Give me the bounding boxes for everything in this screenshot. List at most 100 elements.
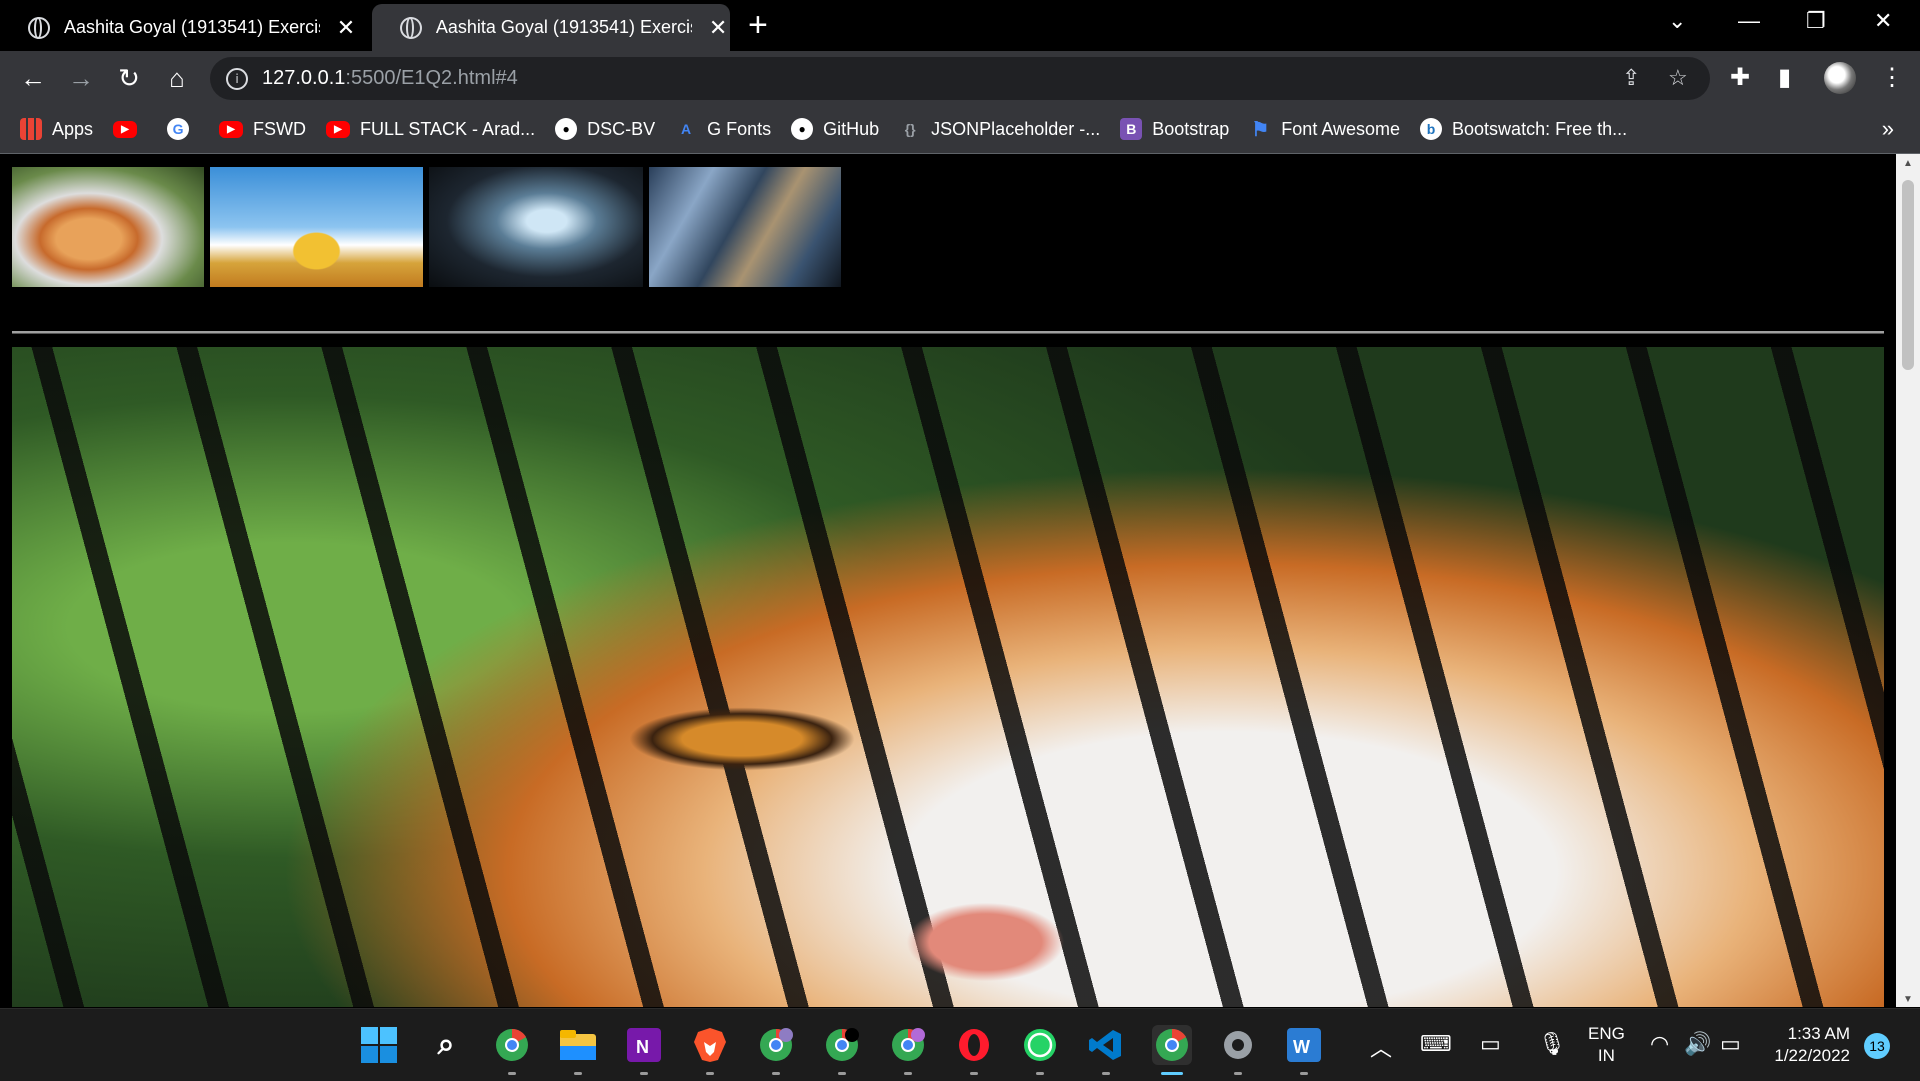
settings-app[interactable] <box>1218 1025 1258 1075</box>
scroll-up-arrow-icon[interactable]: ▲ <box>1896 158 1920 169</box>
profile-avatar[interactable] <box>1824 62 1856 94</box>
thumbnail-fantasy[interactable] <box>429 167 643 287</box>
microphone-icon[interactable]: 🎙 <box>1538 1031 1566 1057</box>
tab-title: Aashita Goyal (1913541) Exercise <box>64 17 320 37</box>
github-icon: ● <box>791 118 814 140</box>
youtube-icon: ▶ <box>113 120 138 138</box>
bookmarks-bar: Apps ▶ G ▶ FSWD ▶ FULL STACK - Arad... ● DS… <box>0 105 1920 154</box>
chrome-icon <box>892 1028 925 1061</box>
bookmark-dsc-bv[interactable]: ● DSC-BV <box>555 118 655 140</box>
chrome-a-app[interactable] <box>756 1025 796 1075</box>
address-bar[interactable]: i 127.0.0.1:5500/E1Q2.html#4 ⇪ ☆ <box>210 57 1710 100</box>
language-indicator[interactable]: ENG IN <box>1588 1023 1625 1067</box>
show-hidden-icons-icon[interactable]: ︿ <box>1370 1031 1392 1063</box>
file-explorer-app[interactable] <box>558 1025 598 1075</box>
chrome-icon <box>826 1028 859 1061</box>
scroll-down-arrow-icon[interactable]: ▼ <box>1896 994 1920 1005</box>
bootstrap-icon: B <box>1120 118 1143 140</box>
bookmark-google[interactable]: G <box>167 118 199 140</box>
thumbnail-duck[interactable] <box>210 167 423 287</box>
site-info-icon[interactable]: i <box>226 68 248 90</box>
brave-lion-icon <box>694 1028 726 1062</box>
folder-icon <box>560 1030 596 1060</box>
word-app[interactable]: W <box>1284 1025 1324 1075</box>
bookmark-font-awesome[interactable]: ⚑ Font Awesome <box>1249 118 1400 141</box>
minimize-button[interactable]: — <box>1738 8 1760 34</box>
bookmark-apps[interactable]: Apps <box>20 118 93 140</box>
close-tab-icon[interactable]: ✕ <box>334 15 358 41</box>
bootswatch-icon: b <box>1420 118 1443 140</box>
brave-app[interactable] <box>690 1025 730 1075</box>
close-tab-icon[interactable]: ✕ <box>706 15 730 41</box>
restore-button[interactable]: ❐ <box>1806 8 1826 34</box>
bookmark-fswd[interactable]: ▶ FSWD <box>219 119 306 140</box>
tab-1[interactable]: Aashita Goyal (1913541) Exercise ✕ <box>0 4 372 51</box>
bookmark-bootstrap[interactable]: B Bootstrap <box>1120 118 1229 140</box>
bookmark-github[interactable]: ● GitHub <box>791 118 879 140</box>
chrome-icon <box>1156 1028 1188 1061</box>
volume-icon[interactable]: 🔊 <box>1684 1031 1711 1057</box>
word-icon: W <box>1287 1028 1321 1062</box>
youtube-icon: ▶ <box>326 120 351 138</box>
google-icon: G <box>167 118 190 140</box>
globe-icon <box>28 16 50 39</box>
github-icon: ● <box>555 118 578 140</box>
page-content <box>0 154 1896 1007</box>
thumbnail-buildings[interactable] <box>649 167 841 287</box>
chrome-profile-app[interactable] <box>492 1025 532 1075</box>
flag-icon: ⚑ <box>1251 118 1270 141</box>
tab-2[interactable]: Aashita Goyal (1913541) Exercise ✕ <box>372 4 730 51</box>
tab-search-icon[interactable]: ⌄ <box>1668 8 1686 34</box>
bookmark-g-fonts[interactable]: AG Fonts <box>675 118 771 140</box>
whatsapp-app[interactable] <box>1020 1025 1060 1075</box>
chrome-app-active[interactable] <box>1152 1025 1192 1075</box>
windows-taskbar: ⌕ N W ︿ ⌨ ▭ 🎙 ENG IN ◠ 🔊 ▭ 1:33 AM 1/22/… <box>0 1008 1920 1081</box>
wifi-icon[interactable]: ◠ <box>1650 1031 1669 1057</box>
svg-text:N: N <box>636 1037 649 1057</box>
scrollbar-thumb[interactable] <box>1902 180 1914 370</box>
onenote-app[interactable]: N <box>624 1025 664 1075</box>
close-window-button[interactable]: ✕ <box>1874 8 1892 34</box>
json-icon: {} <box>904 121 916 137</box>
globe-icon <box>400 16 422 39</box>
svg-text:W: W <box>1293 1037 1310 1057</box>
touchpad-icon[interactable]: ▭ <box>1480 1031 1501 1057</box>
time: 1:33 AM <box>1787 1024 1850 1043</box>
battery-icon[interactable]: ▭ <box>1720 1031 1741 1057</box>
back-button[interactable]: ← <box>18 63 48 94</box>
main-image-tiger <box>12 347 1884 1007</box>
bookmark-full-stack[interactable]: ▶ FULL STACK - Arad... <box>326 119 535 140</box>
search-icon[interactable]: ⌕ <box>426 1025 466 1065</box>
home-button[interactable]: ⌂ <box>162 63 192 94</box>
clock[interactable]: 1:33 AM 1/22/2022 <box>1764 1023 1850 1067</box>
menu-icon[interactable]: ⋮ <box>1880 63 1904 92</box>
page-scrollbar[interactable]: ▲ ▼ <box>1896 154 1920 1007</box>
chrome-p-app[interactable] <box>888 1025 928 1075</box>
bookmark-star-icon[interactable]: ☆ <box>1668 65 1688 91</box>
chrome-b-app[interactable] <box>822 1025 862 1075</box>
bookmark-bootswatch[interactable]: b Bootswatch: Free th... <box>1420 118 1627 140</box>
forward-button[interactable]: → <box>66 63 96 94</box>
bookmark-jsonplaceholder[interactable]: {} JSONPlaceholder -... <box>899 118 1101 140</box>
opera-app[interactable] <box>954 1025 994 1075</box>
reload-button[interactable]: ↻ <box>114 63 144 94</box>
chrome-icon <box>496 1028 528 1061</box>
onenote-icon: N <box>627 1028 661 1062</box>
thumbnail-tiger[interactable] <box>12 167 204 287</box>
windows-logo-icon <box>361 1027 397 1063</box>
notification-badge[interactable]: 13 <box>1864 1033 1890 1059</box>
side-panel-icon[interactable]: ▮ <box>1778 63 1791 92</box>
opera-icon <box>959 1029 989 1061</box>
apps-grid-icon <box>20 118 42 140</box>
gear-icon <box>1224 1031 1252 1059</box>
new-tab-button[interactable]: + <box>748 6 768 45</box>
start-button[interactable] <box>359 1025 399 1065</box>
chrome-icon <box>760 1028 793 1061</box>
address-url[interactable]: 127.0.0.1:5500/E1Q2.html#4 <box>262 67 518 90</box>
share-icon[interactable]: ⇪ <box>1622 65 1640 91</box>
bookmark-youtube[interactable]: ▶ <box>113 120 147 138</box>
extensions-icon[interactable]: ✚ <box>1730 63 1750 92</box>
keyboard-icon[interactable]: ⌨ <box>1420 1031 1452 1057</box>
more-bookmarks-icon[interactable]: » <box>1882 116 1894 142</box>
vscode-app[interactable] <box>1086 1025 1126 1075</box>
